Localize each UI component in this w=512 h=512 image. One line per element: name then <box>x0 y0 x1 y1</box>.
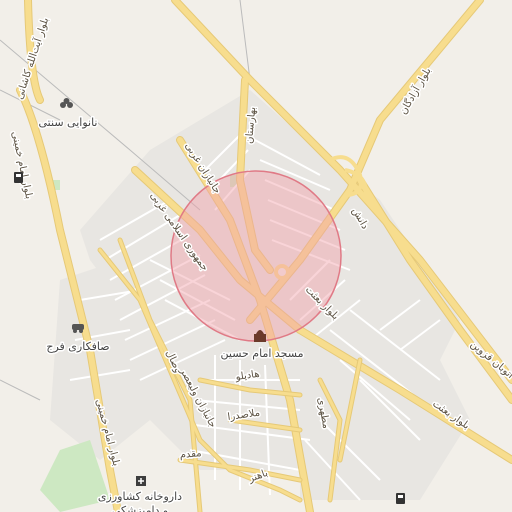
label-moghaddam: مقدم <box>179 448 202 461</box>
poi-bakery-label: نانوایی سنتی <box>39 116 98 129</box>
map-view[interactable]: بلوار امام خمینی بلوار آیت‌الله کاشانی ب… <box>0 0 512 512</box>
pharmacy-icon <box>136 476 146 486</box>
poi-garage-label: صافکاری فرج <box>46 340 109 353</box>
fuel-icon <box>14 172 23 183</box>
map-canvas[interactable]: بلوار امام خمینی بلوار آیت‌الله کاشانی ب… <box>0 0 512 512</box>
poi-pharmacy-label-2: و دامپزشکی <box>112 504 169 512</box>
poi-pharmacy-label-1: داروخانه کشاورزی <box>98 490 182 503</box>
poi-fuel-south[interactable] <box>396 493 405 504</box>
poi-fuel-west[interactable] <box>14 172 23 183</box>
poi-mosque-label: مسجد امام حسین <box>221 347 304 360</box>
fuel-icon <box>396 493 405 504</box>
